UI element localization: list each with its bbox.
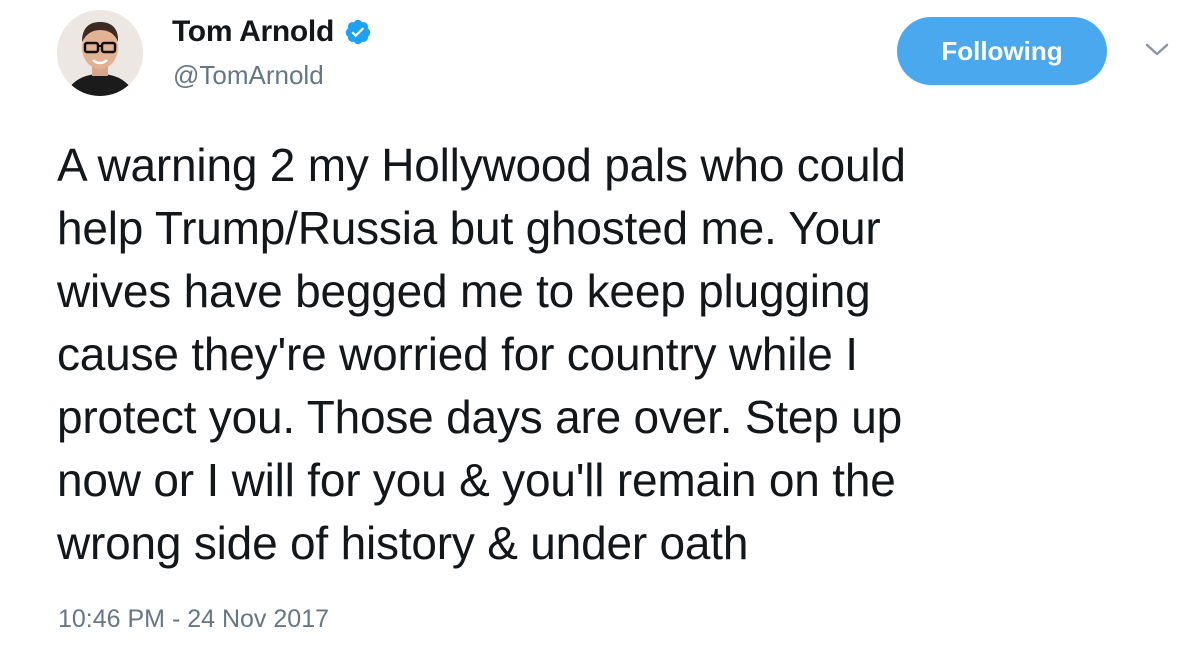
tweet-timestamp[interactable]: 10:46 PM - 24 Nov 2017	[58, 605, 329, 634]
author-display-name[interactable]: Tom Arnold	[172, 15, 334, 49]
tweet-text: A warning 2 my Hollywood pals who could …	[57, 139, 906, 569]
following-button[interactable]: Following	[897, 17, 1107, 85]
author-handle[interactable]: @TomArnold	[173, 60, 324, 91]
avatar[interactable]	[57, 10, 143, 96]
verified-badge-icon	[344, 18, 372, 46]
avatar-photo-icon	[57, 10, 143, 96]
chevron-down-icon[interactable]	[1142, 40, 1172, 60]
author-name-row: Tom Arnold	[172, 14, 372, 50]
tweet-card: Tom Arnold @TomArnold Following A warnin…	[0, 0, 1192, 656]
